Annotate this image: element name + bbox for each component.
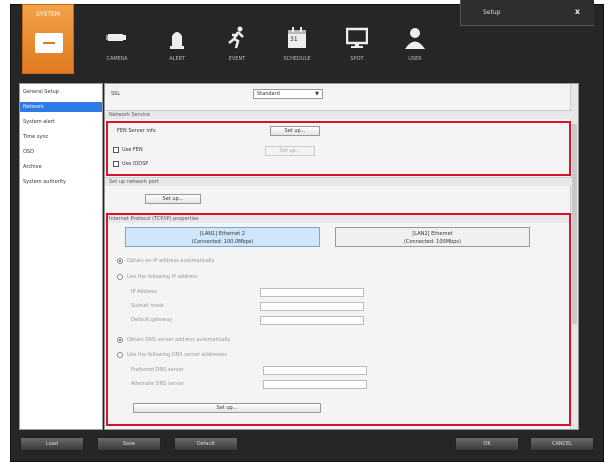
- tab-camera[interactable]: CAMERA: [92, 22, 142, 72]
- title-bar: Setup x: [460, 0, 594, 26]
- obtain-ip-auto-radio[interactable]: [117, 258, 123, 264]
- nav-item-system-authority[interactable]: System authority: [20, 177, 102, 187]
- cancel-button[interactable]: CANCEL: [530, 437, 594, 451]
- calendar-day: 31: [290, 36, 298, 43]
- lan2-status: (Connected: 100Mbps): [404, 239, 461, 245]
- close-icon[interactable]: x: [575, 7, 580, 16]
- running-man-icon: [228, 26, 244, 49]
- lan2-title: [LAN2] Ethernet: [412, 231, 453, 237]
- tab-system-label: SYSTEM: [36, 11, 60, 18]
- vertical-scrollbar[interactable]: [570, 84, 578, 429]
- tab-user-label: USER: [408, 56, 422, 62]
- top-tab-bar: SYSTEM CAMERA ALERT EVENT 31 SCHEDULE SP…: [10, 4, 460, 74]
- alternate-dns-label: Alternate DNS server: [131, 381, 184, 387]
- default-gateway-label: Default gateway: [131, 317, 173, 323]
- use-fen-checkbox[interactable]: [113, 147, 119, 153]
- tab-system[interactable]: SYSTEM: [22, 4, 74, 74]
- use-following-dns-radio[interactable]: [117, 352, 123, 358]
- obtain-dns-auto-radio[interactable]: [117, 337, 123, 343]
- user-icon: [405, 28, 425, 49]
- alternate-dns-input[interactable]: [263, 380, 367, 389]
- use-ddsp-checkbox[interactable]: [113, 161, 119, 167]
- use-following-ip-radio[interactable]: [117, 274, 123, 280]
- nav-item-general-setup[interactable]: General Setup: [20, 87, 102, 97]
- port-setup-button[interactable]: Set up...: [145, 194, 201, 204]
- preferred-dns-label: Preferred DNS server: [131, 367, 184, 373]
- use-following-ip-label: Use the following IP address: [127, 274, 198, 280]
- ssl-select-value: Standard: [257, 91, 280, 97]
- subnet-mask-label: Subnet mask: [131, 303, 164, 309]
- default-gateway-input[interactable]: [260, 316, 364, 325]
- scrollbar-thumb[interactable]: [572, 124, 577, 324]
- tcpip-properties-header: Internet Protocol (TCP/IP) properties: [105, 214, 572, 223]
- obtain-ip-auto-label: Obtain an IP address automatically: [127, 258, 215, 264]
- tab-event-label: EVENT: [228, 56, 246, 62]
- lan1-status: (Connected: 100.0Mbps): [191, 239, 254, 245]
- nav-item-time-sync[interactable]: Time sync: [20, 132, 102, 142]
- use-following-dns-label: Use the following DNS server addresses: [127, 352, 227, 358]
- ok-button[interactable]: OK: [455, 437, 519, 451]
- fen-setup-button[interactable]: Set up...: [270, 126, 320, 136]
- tab-camera-label: CAMERA: [106, 56, 128, 62]
- chevron-down-icon: ▼: [315, 91, 319, 97]
- tab-event[interactable]: EVENT: [212, 22, 262, 72]
- alarm-bell-icon: [170, 32, 184, 49]
- dns-setup-button[interactable]: Set up...: [133, 403, 321, 413]
- subnet-mask-input[interactable]: [260, 302, 364, 311]
- use-fen-label: Use FEN: [122, 147, 143, 153]
- camera-icon: [106, 34, 126, 41]
- use-ddsp-label: Use IDDSP: [122, 161, 149, 167]
- system-icon: [35, 33, 63, 53]
- ssl-select[interactable]: Standard ▼: [253, 89, 323, 99]
- settings-nav: General Setup Network System alert Time …: [19, 83, 103, 430]
- save-button[interactable]: Save: [97, 437, 161, 451]
- ip-address-input[interactable]: [260, 288, 364, 297]
- tab-alert[interactable]: ALERT: [152, 22, 202, 72]
- network-service-header: Network Service: [105, 110, 572, 119]
- lan1-ethernet-tab[interactable]: [LAN1] Ethernet 2 (Connected: 100.0Mbps): [125, 227, 320, 247]
- ssl-label: SSL: [111, 91, 121, 97]
- nav-item-system-alert[interactable]: System alert: [20, 117, 102, 127]
- nav-item-osd[interactable]: OSD: [20, 147, 102, 157]
- window-title: Setup: [483, 9, 501, 16]
- default-button[interactable]: Default: [174, 437, 238, 451]
- monitor-icon: [346, 27, 368, 48]
- preferred-dns-input[interactable]: [263, 366, 367, 375]
- port-settings-header: Set up network port: [105, 177, 572, 186]
- fen-server-info-label: FEN Server info: [117, 128, 156, 134]
- tab-spot-label: SPOT: [350, 56, 364, 62]
- tab-alert-label: ALERT: [169, 56, 185, 62]
- fen-setup-button-disabled: Set up...: [265, 146, 315, 156]
- lan1-title: [LAN1] Ethernet 2: [199, 231, 246, 237]
- tab-schedule[interactable]: 31 SCHEDULE: [272, 22, 322, 72]
- lan2-ethernet-tab[interactable]: [LAN2] Ethernet (Connected: 100Mbps): [335, 227, 530, 247]
- nav-item-archive[interactable]: Archive: [20, 162, 102, 172]
- load-button[interactable]: Load: [20, 437, 84, 451]
- tab-user[interactable]: USER: [390, 22, 440, 72]
- network-settings-panel: SSL Standard ▼ Network Service FEN Serve…: [104, 83, 579, 430]
- obtain-dns-auto-label: Obtain DNS server address automatically: [127, 337, 231, 343]
- nav-item-network[interactable]: Network: [20, 102, 102, 112]
- ip-address-label: IP Address: [131, 289, 157, 295]
- tab-schedule-label: SCHEDULE: [283, 56, 311, 62]
- tab-spot[interactable]: SPOT: [332, 22, 382, 72]
